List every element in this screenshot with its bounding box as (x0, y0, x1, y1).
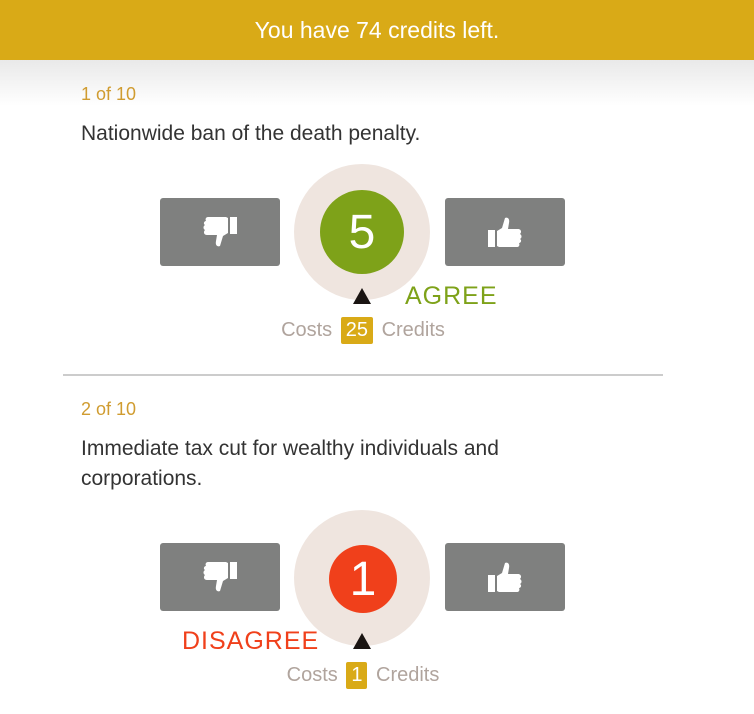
upvote-button[interactable] (445, 198, 565, 266)
question-count: 2 of 10 (81, 399, 137, 419)
question-text: Nationwide ban of the death penalty. (81, 122, 421, 145)
thumbs-up-icon (488, 562, 522, 592)
cost-value-badge: 25 (340, 317, 373, 344)
vote-count-dial: 1 (329, 545, 397, 613)
cost-line: Costs 25 Credits (0, 317, 726, 344)
upvote-button[interactable] (445, 543, 565, 611)
cost-prefix: Costs (281, 319, 333, 341)
thumbs-up-icon (488, 217, 522, 247)
question-count: 1 of 10 (81, 84, 137, 104)
vote-count: 1 (349, 552, 377, 606)
pointer-triangle-icon (353, 288, 371, 304)
stance-label: DISAGREE (182, 627, 320, 655)
cost-suffix: Credits (381, 319, 445, 341)
pointer-triangle-icon (353, 633, 371, 649)
cost-value-badge: 1 (346, 662, 368, 689)
cost-prefix: Costs (286, 664, 338, 686)
question-divider (63, 374, 663, 376)
credits-banner-text: You have 74 credits left. (254, 16, 500, 43)
thumbs-down-icon (203, 217, 237, 247)
downvote-button[interactable] (160, 198, 280, 266)
question-text: Immediate tax cut for wealthy individual… (81, 437, 499, 490)
cost-suffix: Credits (376, 664, 440, 686)
stance-label: AGREE (405, 282, 498, 310)
cost-line: Costs 1 Credits (0, 662, 726, 689)
credits-banner: You have 74 credits left. (0, 0, 754, 60)
vote-count: 5 (348, 205, 376, 259)
thumbs-down-icon (203, 562, 237, 592)
downvote-button[interactable] (160, 543, 280, 611)
vote-count-dial: 5 (320, 190, 404, 274)
